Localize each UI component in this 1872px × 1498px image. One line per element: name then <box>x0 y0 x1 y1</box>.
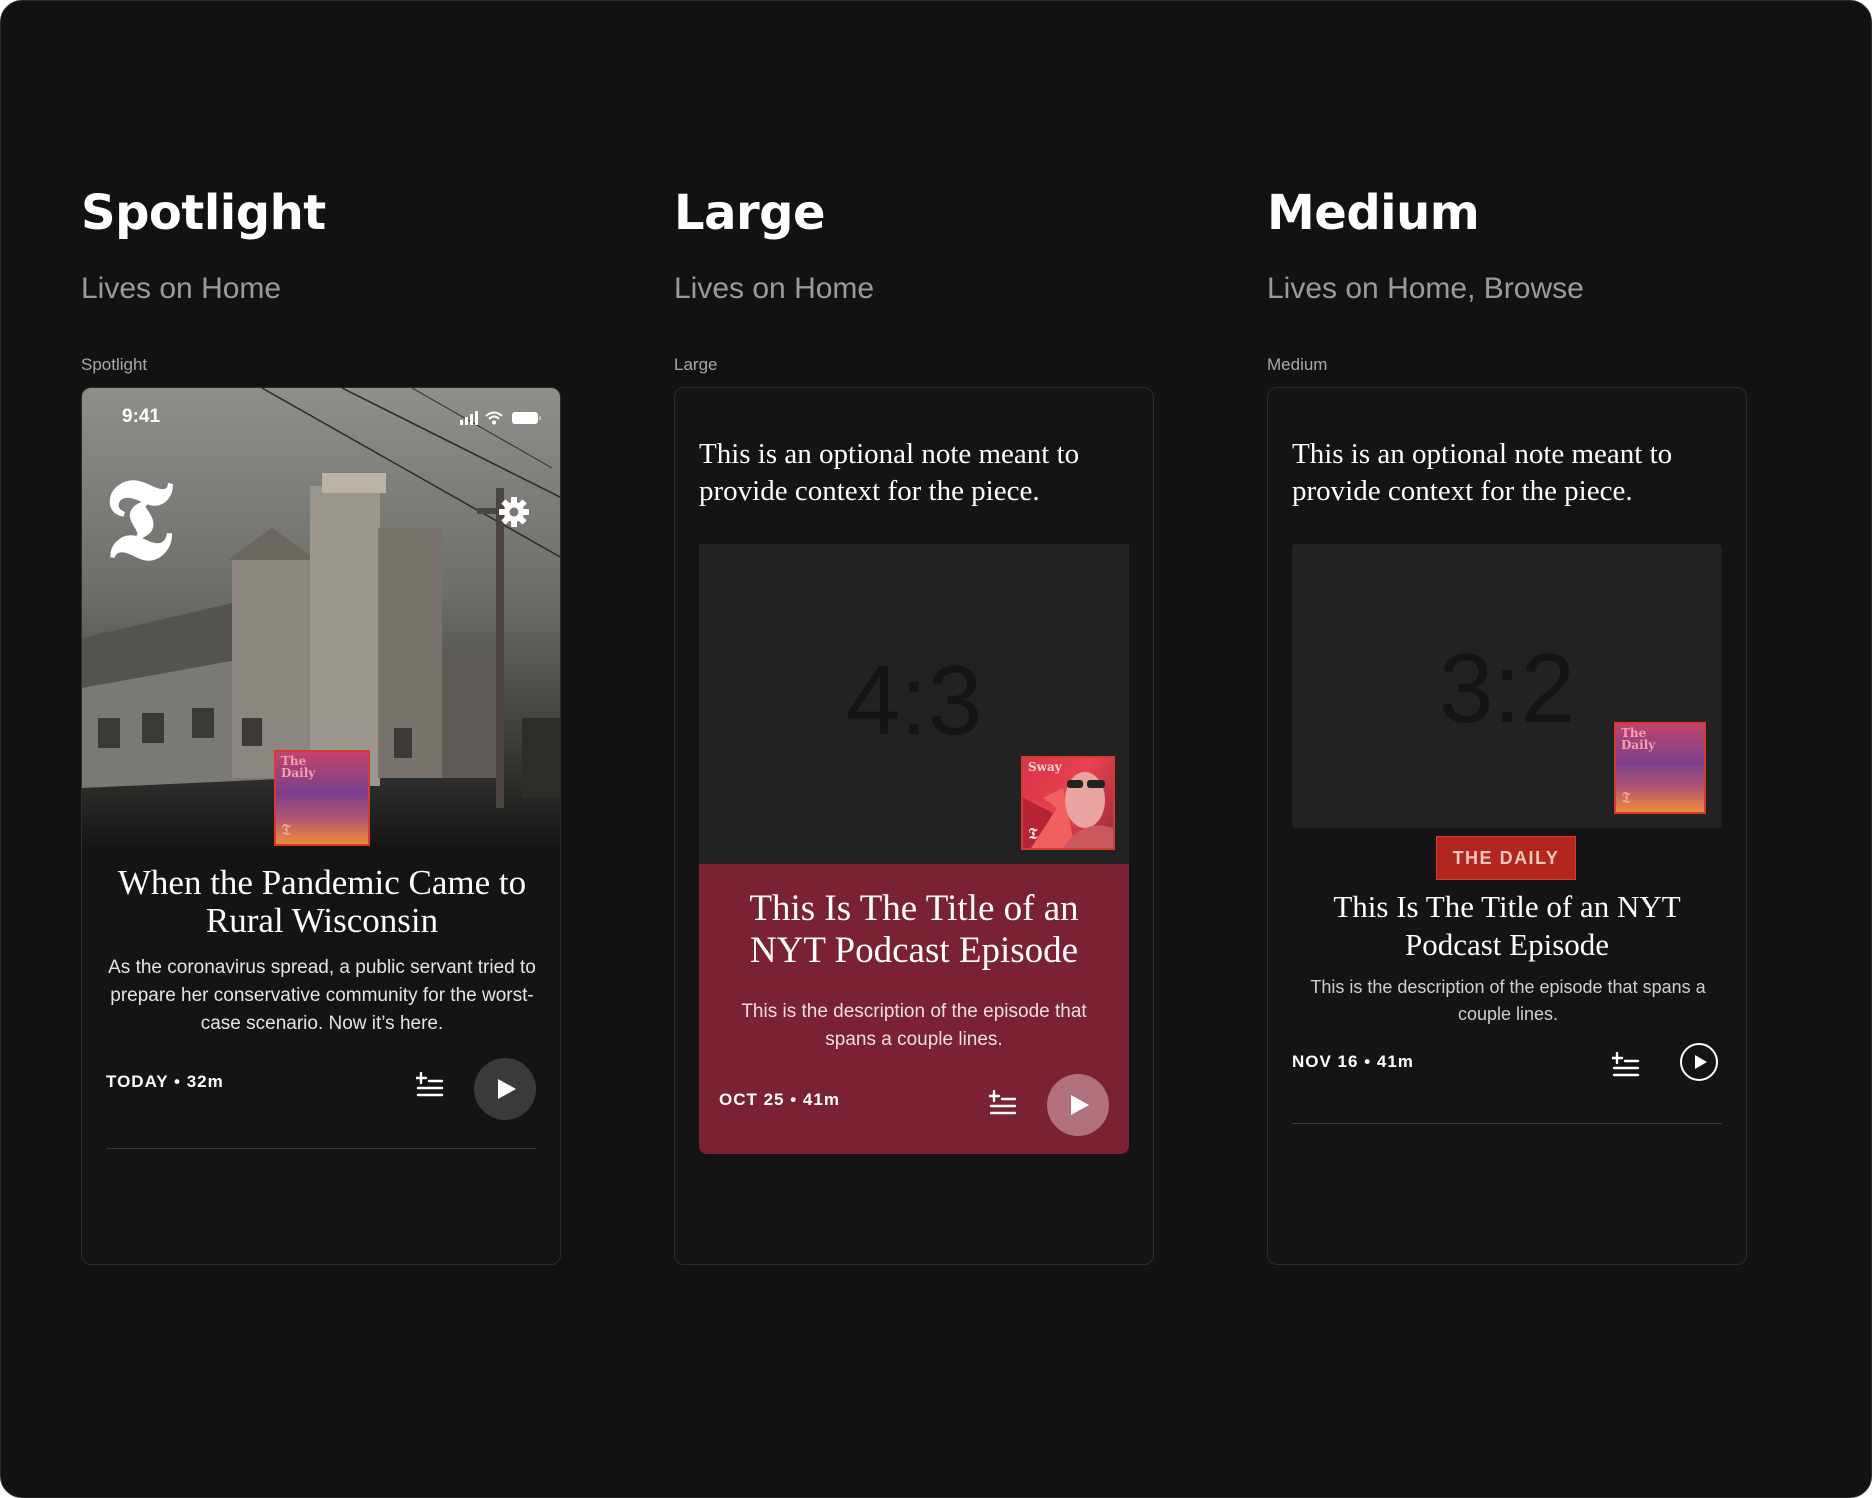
frame-label: Large <box>674 355 718 374</box>
canvas: Spotlight Lives on Home Spotlight 9:41 𝕿… <box>0 0 1872 1498</box>
divider <box>1292 1123 1722 1124</box>
episode-title[interactable]: When the Pandemic Came to Rural Wisconsi… <box>102 864 542 940</box>
section-title: Spotlight <box>81 185 326 241</box>
medium-frame: This is an optional note meant to provid… <box>1267 387 1747 1265</box>
play-button[interactable] <box>1680 1043 1718 1081</box>
episode-description: This is the description of the episode t… <box>1310 977 1706 1024</box>
play-button[interactable] <box>1047 1074 1109 1136</box>
podcast-art-title: The Daily <box>281 754 316 780</box>
play-icon <box>1694 1055 1707 1069</box>
section-subtitle: Lives on Home <box>674 272 875 305</box>
episode-meta: NOV 16 • 41m <box>1292 1052 1414 1071</box>
large-frame: This is an optional note meant to provid… <box>674 387 1154 1265</box>
podcast-artwork-sway: Sway 𝕿 <box>1021 756 1115 850</box>
podcast-artwork-the-daily: The Daily 𝕿 <box>274 750 370 846</box>
podcast-artwork-the-daily: The Daily 𝕿 <box>1614 722 1706 814</box>
nyt-t-mark-icon: 𝕿 <box>281 820 291 839</box>
episode-description: This is the description of the episode t… <box>741 1001 1087 1050</box>
add-to-queue-icon[interactable] <box>416 1072 444 1098</box>
column-medium: Medium Lives on Home, Browse Medium This… <box>1267 181 1747 1265</box>
episode-meta: TODAY • 32m <box>106 1072 224 1091</box>
play-icon <box>498 1079 516 1099</box>
episode-meta: OCT 25 • 41m <box>719 1090 840 1109</box>
play-button[interactable] <box>474 1058 536 1120</box>
episode-title[interactable]: This Is The Title of an NYT Podcast Epis… <box>709 888 1119 972</box>
nyt-logo: 𝕿 <box>104 454 173 585</box>
add-to-queue-icon[interactable] <box>1612 1052 1640 1078</box>
section-title: Large <box>674 185 826 241</box>
podcast-art-title: The Daily <box>1621 726 1656 752</box>
frame-label: Spotlight <box>81 355 148 374</box>
show-label-badge[interactable]: THE DAILY <box>1436 836 1576 880</box>
context-note: This is an optional note meant to provid… <box>699 438 1080 507</box>
status-bar-icons <box>460 411 541 425</box>
episode-title[interactable]: This Is The Title of an NYT Podcast Epis… <box>1292 888 1722 964</box>
section-title: Medium <box>1267 185 1480 241</box>
context-note: This is an optional note meant to provid… <box>1292 438 1673 507</box>
frame-label: Medium <box>1267 355 1328 374</box>
episode-card[interactable]: This Is The Title of an NYT Podcast Epis… <box>699 864 1129 1154</box>
add-to-queue-icon[interactable] <box>989 1090 1017 1116</box>
status-time: 9:41 <box>122 406 161 427</box>
nyt-t-mark-icon: 𝕿 <box>1621 788 1631 807</box>
play-icon <box>1071 1095 1089 1115</box>
gear-icon[interactable] <box>498 496 530 528</box>
hero-image: 9:41 𝕿 The Daily 𝕿 <box>82 388 560 848</box>
section-subtitle: Lives on Home, Browse <box>1267 272 1584 305</box>
divider <box>106 1148 536 1149</box>
column-large: Large Lives on Home Large This is an opt… <box>674 181 1154 1265</box>
image-placeholder: 3:2 The Daily 𝕿 <box>1292 544 1722 828</box>
aspect-ratio-label: 4:3 <box>845 645 983 755</box>
column-spotlight: Spotlight Lives on Home Spotlight 9:41 𝕿… <box>81 181 561 1265</box>
spotlight-frame: 9:41 𝕿 The Daily 𝕿 When the Pandemic Cam… <box>81 387 561 1265</box>
episode-description: As the coronavirus spread, a public serv… <box>108 957 536 1034</box>
image-placeholder: 4:3 Sway 𝕿 <box>699 544 1129 864</box>
podcast-art-title: Sway <box>1028 760 1062 774</box>
section-subtitle: Lives on Home <box>81 272 282 305</box>
nyt-t-mark-icon: 𝕿 <box>1028 824 1038 843</box>
